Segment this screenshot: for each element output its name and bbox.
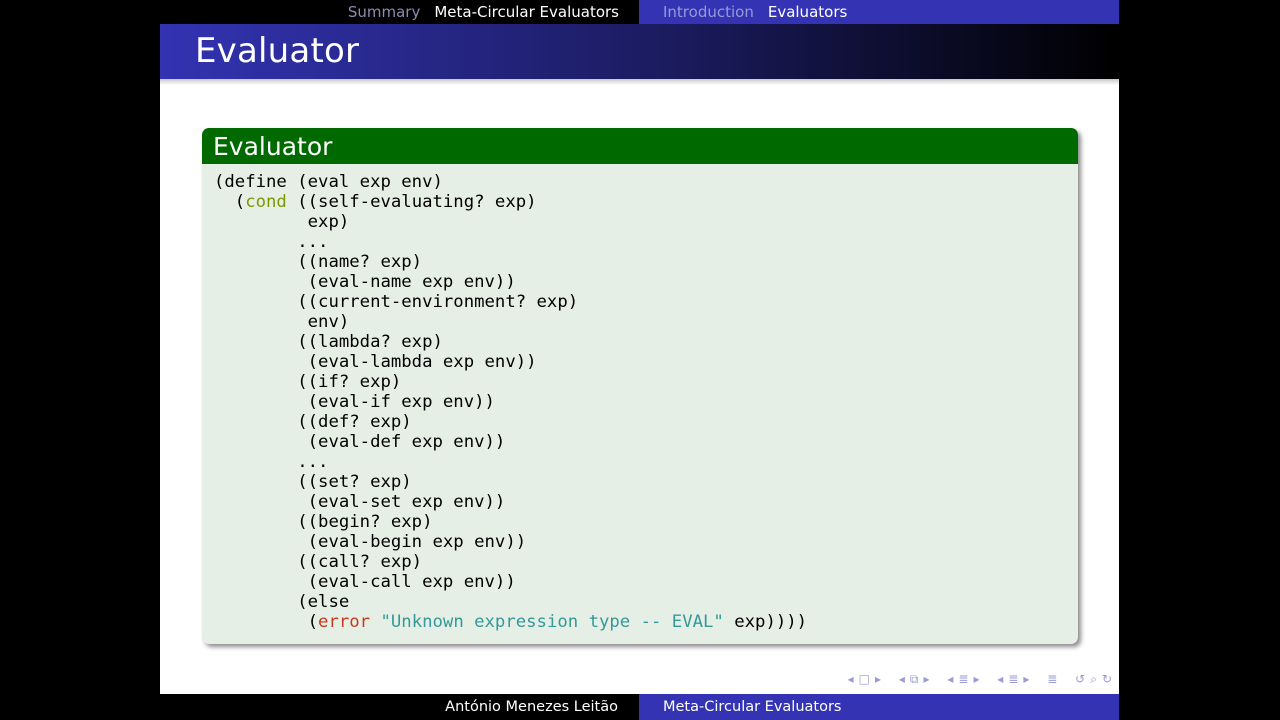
code-keyword: cond [245,192,287,212]
subsection2-icon[interactable]: ≣ [1008,672,1019,686]
code-line: ((lambda? exp) [214,332,443,352]
footer-bar: António Menezes Leitão Meta-Circular Eva… [160,694,1119,720]
code-text: (else [214,592,350,612]
code-line: (eval-lambda exp env)) [214,352,537,372]
code-text: (define (eval exp env) [214,172,443,192]
footer-author: António Menezes Leitão [445,699,618,715]
code-text: (eval-if exp env)) [214,392,495,412]
code-line: ((if? exp) [214,372,401,392]
code-line: ((call? exp) [214,552,422,572]
evaluator-block: Evaluator (define (eval exp env) (cond (… [202,128,1078,644]
code-text: ((if? exp) [214,372,402,392]
footer-title: Meta-Circular Evaluators [663,699,842,715]
code-text: ((current-environment? exp) [214,292,579,312]
code-text: ((lambda? exp) [214,332,443,352]
subsection-next-icon[interactable]: ▸ [923,672,930,686]
code-line: exp) [214,212,350,232]
nav-link-summary[interactable]: Summary [348,3,421,21]
code-text: ((def? exp) [214,412,412,432]
code-line: env) [214,312,350,332]
section-prev-icon[interactable]: ◂ [947,672,954,686]
code-line: ((begin? exp) [214,512,433,532]
code-line: ((current-environment? exp) [214,292,578,312]
code-line: (eval-def exp env)) [214,432,506,452]
toc-icon[interactable]: ≣ [1047,672,1058,686]
nav-section-left: Summary Meta-Circular Evaluators [160,0,639,24]
code-line: (eval-name exp env)) [214,272,516,292]
frame-title-bar: Evaluator [160,24,1119,79]
code-line: (eval-call exp env)) [214,572,516,592]
code-string: "Unknown expression type -- EVAL" [380,612,724,632]
code-text: ((name? exp) [214,252,423,272]
code-listing: (define (eval exp env) (cond ((self-eval… [202,164,1078,632]
subsection-prev-icon[interactable]: ◂ [899,672,906,686]
code-text: (eval-call exp env)) [214,572,516,592]
title-shadow [160,79,1119,85]
code-text: (eval-set exp env)) [214,492,506,512]
code-text: ... [214,232,329,252]
code-line: ... [214,232,328,252]
footer-title-section: Meta-Circular Evaluators [639,694,1119,720]
section-next-icon[interactable]: ▸ [973,672,980,686]
code-text: ( [214,612,319,632]
code-text: ((set? exp) [214,472,412,492]
slide: Summary Meta-Circular Evaluators Introdu… [160,0,1119,720]
code-text: ((call? exp) [214,552,423,572]
code-text: ( [214,192,246,212]
code-text: exp)))) [723,612,808,632]
code-line: (cond ((self-evaluating? exp) [214,192,537,212]
search-icon[interactable]: ⌕ [1090,672,1098,686]
frame-next-icon[interactable]: ▸ [875,672,882,686]
code-line: ((set? exp) [214,472,412,492]
code-line: ((name? exp) [214,252,422,272]
code-line: (eval-set exp env)) [214,492,506,512]
frame-title: Evaluator [195,31,360,71]
code-line: ((def? exp) [214,412,412,432]
nav-link-meta-circular-evaluators[interactable]: Meta-Circular Evaluators [434,3,619,21]
nav-link-evaluators[interactable]: Evaluators [768,3,847,21]
code-line: ... [214,452,328,472]
code-line: (else [214,592,349,612]
code-text: (eval-def exp env)) [214,432,506,452]
section-icon[interactable]: ≣ [958,672,969,686]
code-line: (error "Unknown expression type -- EVAL"… [214,612,807,632]
subsection-prev2-icon[interactable]: ◂ [997,672,1004,686]
code-text: exp) [214,212,350,232]
nav-section-right: Introduction Evaluators [639,0,1119,24]
code-text: (eval-name exp env)) [214,272,516,292]
subsection-icon[interactable]: ⧉ [910,672,920,686]
code-text: ((begin? exp) [214,512,433,532]
beamer-navigation-symbols: ◂ □ ▸ ◂ ⧉ ▸ ◂ ≣ ▸ ◂ ≣ ▸ ≣ ↺ ⌕ ↻ [844,672,1113,687]
nav-link-introduction[interactable]: Introduction [663,3,754,21]
top-navigation-bar: Summary Meta-Circular Evaluators Introdu… [160,0,1119,24]
undo-icon[interactable]: ↺ [1075,672,1086,686]
subsection-next2-icon[interactable]: ▸ [1023,672,1030,686]
code-line: (eval-begin exp env)) [214,532,527,552]
code-keyword: error [318,612,371,632]
block-title: Evaluator [202,128,1078,164]
frame-icon[interactable]: □ [859,672,871,686]
code-line: (define (eval exp env) [214,172,443,192]
redo-icon[interactable]: ↻ [1102,672,1113,686]
code-text: ((self-evaluating? exp) [286,192,537,212]
code-text: (eval-lambda exp env)) [214,352,537,372]
footer-author-section: António Menezes Leitão [160,694,639,720]
frame-prev-icon[interactable]: ◂ [848,672,855,686]
code-text: (eval-begin exp env)) [214,532,527,552]
code-text: env) [214,312,350,332]
code-line: (eval-if exp env)) [214,392,495,412]
code-text: ... [214,452,329,472]
